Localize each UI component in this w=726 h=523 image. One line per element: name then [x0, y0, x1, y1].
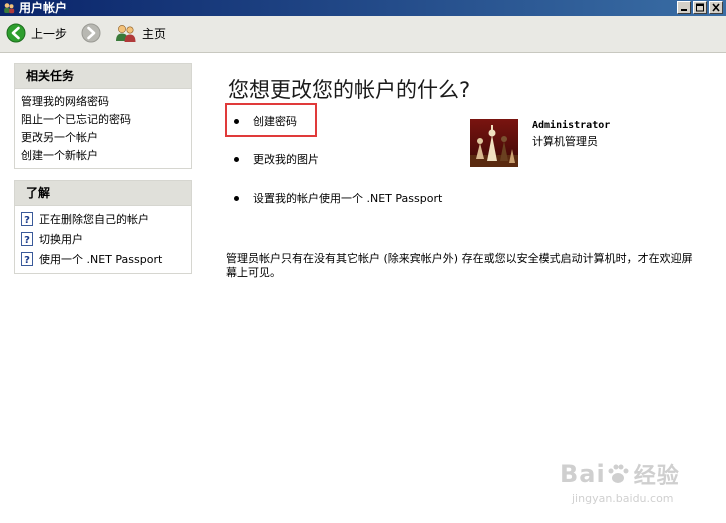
option-label: 设置我的帐户使用一个 .NET Passport	[253, 192, 443, 205]
option-label: 更改我的图片	[253, 153, 319, 166]
help-icon: ?	[21, 252, 33, 266]
admin-visibility-note: 管理员帐户只有在没有其它帐户 (除来宾帐户外) 存在或您以安全模式启动计算机时，…	[226, 252, 693, 279]
learn-item-label: 切换用户	[39, 233, 83, 246]
learn-item-use-passport[interactable]: ? 使用一个 .NET Passport	[21, 249, 191, 269]
svg-text:?: ?	[24, 255, 30, 266]
help-icon: ?	[21, 232, 33, 246]
home-label: 主页	[142, 26, 167, 41]
close-icon	[712, 3, 720, 12]
task-change-another-account[interactable]: 更改另一个帐户	[21, 129, 191, 147]
help-icon: ?	[21, 212, 33, 226]
task-create-new-account[interactable]: 创建一个新帐户	[21, 147, 191, 165]
home-button[interactable]: 主页	[115, 22, 166, 44]
learn-panel: 了解 ? 正在删除您自己的帐户 ? 切换用户 ? 使用一个 .NET Passp…	[14, 180, 192, 274]
window-title: 用户帐户	[19, 1, 68, 15]
baidu-logo: Bai 经验	[560, 458, 680, 490]
paw-icon	[608, 464, 629, 483]
bullet	[234, 156, 239, 162]
option-label: 创建密码	[253, 115, 297, 128]
user-accounts-icon	[4, 3, 15, 14]
logo-suffix: 经验	[633, 464, 680, 489]
forward-arrow-icon	[81, 23, 101, 43]
toolbar: 上一步 主页	[0, 16, 726, 53]
related-tasks-heading: 相关任务	[15, 64, 191, 89]
back-button[interactable]: 上一步	[6, 22, 67, 44]
maximize-button[interactable]	[693, 1, 707, 14]
back-label: 上一步	[31, 26, 68, 41]
option-set-passport[interactable]: 设置我的帐户使用一个 .NET Passport	[234, 190, 442, 206]
task-manage-network-passwords[interactable]: 管理我的网络密码	[21, 93, 191, 111]
back-arrow-icon	[6, 23, 26, 43]
bullet	[234, 195, 239, 201]
learn-item-label: 使用一个 .NET Passport	[39, 253, 163, 266]
account-picture	[470, 119, 518, 167]
minimize-icon	[681, 9, 687, 11]
account-name: Administrator	[532, 120, 611, 131]
svg-text:?: ?	[24, 215, 30, 226]
title-bar: 用户帐户	[0, 0, 726, 16]
logo-prefix: Bai	[560, 460, 606, 488]
baidu-watermark: Bai 经验 jingyan.baidu.com	[560, 458, 680, 505]
bullet	[234, 118, 239, 124]
svg-text:?: ?	[24, 235, 30, 246]
minimize-button[interactable]	[677, 1, 691, 14]
learn-item-delete-account[interactable]: ? 正在删除您自己的帐户	[21, 209, 191, 229]
learn-heading: 了解	[15, 181, 191, 206]
learn-item-label: 正在删除您自己的帐户	[39, 213, 149, 226]
close-button[interactable]	[709, 1, 723, 14]
option-create-password[interactable]: 创建密码	[234, 113, 297, 129]
users-home-icon	[116, 25, 136, 42]
task-prevent-forgotten-password[interactable]: 阻止一个已忘记的密码	[21, 111, 191, 129]
account-type: 计算机管理员	[532, 135, 598, 148]
page-title: 您想更改您的帐户的什么?	[228, 78, 471, 102]
maximize-icon	[696, 3, 704, 12]
forward-button[interactable]	[81, 22, 101, 44]
learn-item-switch-user[interactable]: ? 切换用户	[21, 229, 191, 249]
related-tasks-panel: 相关任务 管理我的网络密码 阻止一个已忘记的密码 更改另一个帐户 创建一个新帐户	[14, 63, 192, 169]
watermark-url: jingyan.baidu.com	[572, 492, 674, 505]
window-controls	[677, 1, 723, 14]
option-change-picture[interactable]: 更改我的图片	[234, 151, 319, 167]
